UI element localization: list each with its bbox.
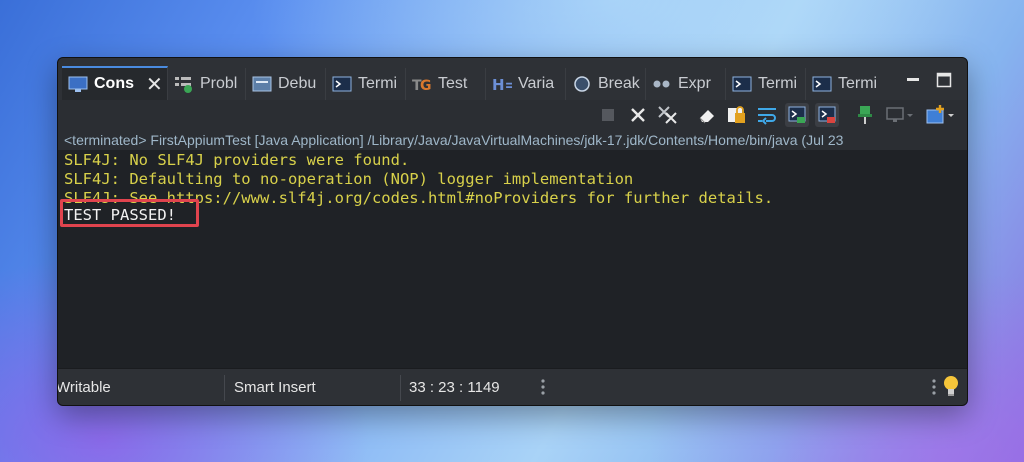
minimize-icon[interactable]: [906, 72, 920, 91]
debug-icon: [252, 75, 272, 93]
highlight-box: [60, 199, 199, 227]
tab-label: Probl: [200, 75, 238, 92]
terminal-icon: [732, 75, 752, 93]
console-line: SLF4J: No SLF4J providers were found.: [64, 151, 410, 169]
tab-label: Cons: [94, 75, 134, 92]
tab-label: Debu: [278, 75, 317, 92]
tab-label: Break: [598, 75, 640, 92]
open-console-icon[interactable]: [924, 103, 958, 127]
remove-all-terminated-icon[interactable]: [656, 103, 680, 127]
cursor-position-status: 33 : 23 : 1149: [409, 379, 500, 396]
tab-terminal-2[interactable]: Termi: [726, 68, 806, 100]
launch-info: <terminated> FirstAppiumTest [Java Appli…: [58, 130, 967, 150]
console-view-window: Cons ✕ Probl Debu Termi TG Test H Varia …: [57, 57, 968, 406]
word-wrap-icon[interactable]: [755, 103, 779, 127]
tab-debug[interactable]: Debu: [246, 68, 326, 100]
tab-label: Termi: [758, 75, 798, 92]
tab-breakpoints[interactable]: Break: [566, 68, 646, 100]
lightbulb-icon[interactable]: [942, 375, 960, 401]
display-selected-console-icon[interactable]: [884, 103, 916, 127]
console-toolbar: [58, 100, 967, 130]
tab-label: Varia: [518, 75, 555, 92]
remove-launch-icon[interactable]: [626, 103, 650, 127]
writable-status: Writable: [57, 379, 111, 396]
terminal-icon: [812, 75, 832, 93]
tab-label: Termi: [838, 75, 878, 92]
terminal-icon: [332, 75, 352, 93]
status-divider: [224, 375, 225, 401]
terminate-icon[interactable]: [596, 103, 620, 127]
svg-text:H=: H=: [492, 76, 512, 93]
svg-text:G: G: [420, 78, 432, 93]
status-bar: Writable Smart Insert 33 : 23 : 1149: [57, 368, 967, 405]
tab-console[interactable]: Cons ✕: [62, 66, 168, 100]
tab-label: Test: [438, 75, 468, 92]
pin-console-icon[interactable]: [853, 103, 877, 127]
console-icon: [68, 75, 88, 93]
status-more-icon[interactable]: [931, 378, 937, 396]
problems-icon: [174, 75, 194, 93]
status-divider: [400, 375, 401, 401]
tab-label: Termi: [358, 75, 398, 92]
scroll-lock-icon[interactable]: [725, 103, 749, 127]
tab-test[interactable]: TG Test: [406, 68, 486, 100]
tab-expressions[interactable]: Expr: [646, 68, 726, 100]
tab-terminal[interactable]: Termi: [326, 68, 406, 100]
tab-terminal-3[interactable]: Termi: [806, 68, 886, 100]
tab-problems[interactable]: Probl: [168, 68, 246, 100]
show-on-stdout-icon[interactable]: [785, 103, 809, 127]
clear-console-icon[interactable]: [695, 103, 719, 127]
tab-label: Expr: [678, 75, 711, 92]
console-line: SLF4J: Defaulting to no-operation (NOP) …: [64, 170, 634, 188]
testng-icon: TG: [412, 75, 432, 94]
expressions-icon: [652, 75, 672, 93]
show-on-stderr-icon[interactable]: [815, 103, 839, 127]
status-more-icon[interactable]: [540, 378, 546, 396]
maximize-icon[interactable]: [936, 72, 952, 93]
view-tab-bar: Cons ✕ Probl Debu Termi TG Test H Varia …: [58, 58, 967, 101]
console-output[interactable]: SLF4J: No SLF4J providers were found. SL…: [58, 150, 967, 368]
breakpoints-icon: [572, 75, 592, 93]
tab-variables[interactable]: H= Varia: [486, 68, 566, 100]
close-icon[interactable]: ✕: [146, 72, 163, 97]
insert-mode-status: Smart Insert: [234, 379, 316, 396]
variables-icon: H=: [492, 75, 517, 94]
